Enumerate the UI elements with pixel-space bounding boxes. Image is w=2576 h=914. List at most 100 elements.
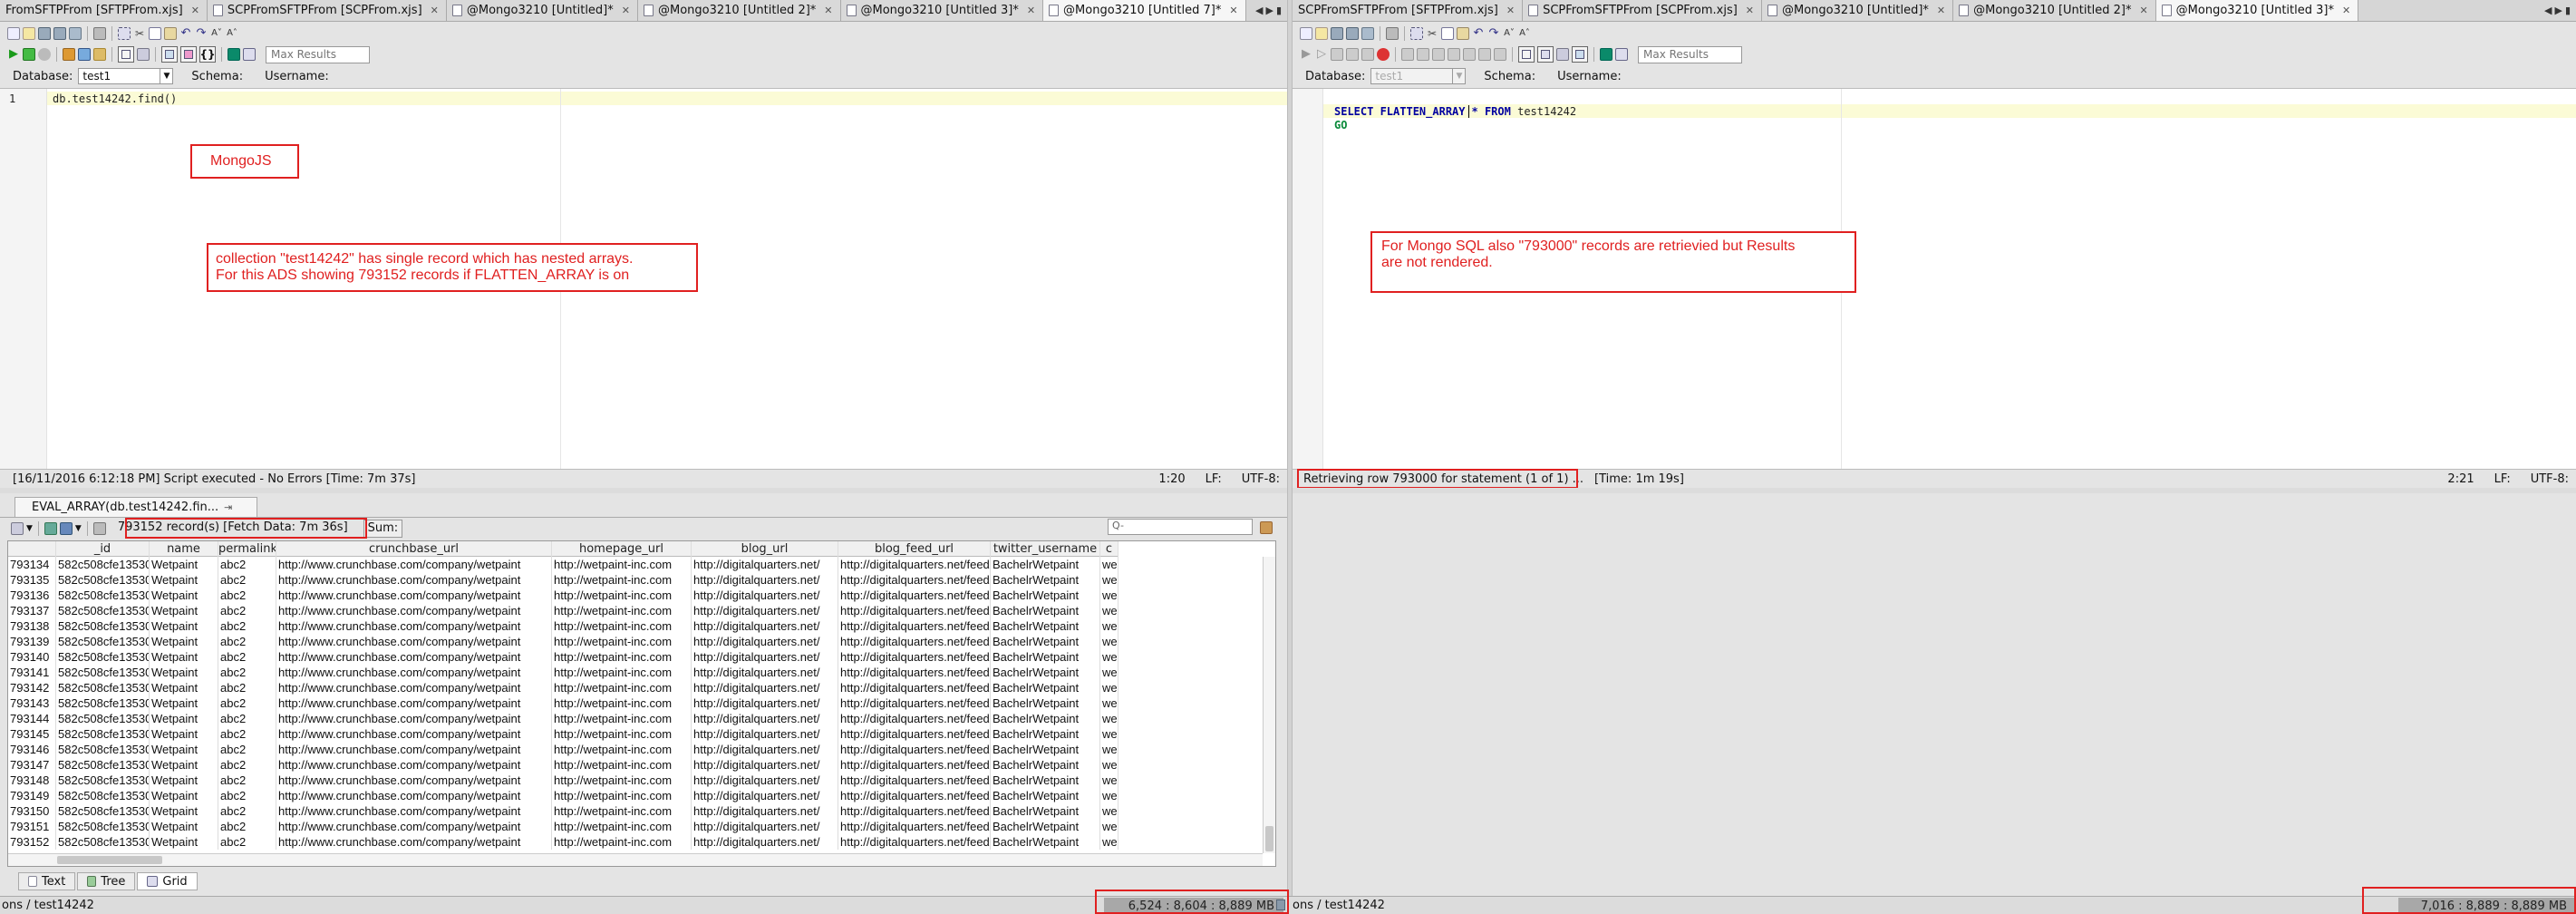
tab-list-icon[interactable]: ▮: [2565, 5, 2571, 16]
table-cell[interactable]: BachelrWetpaint: [991, 649, 1100, 665]
table-cell[interactable]: 793150: [8, 803, 56, 819]
right-script-editor[interactable]: SELECT FLATTEN_ARRAY * FROM test14242 GO …: [1293, 88, 2576, 470]
table-cell[interactable]: http://wetpaint-inc.com: [552, 803, 692, 819]
table-cell[interactable]: we: [1100, 557, 1119, 572]
table-cell[interactable]: http://digitalquarters.net/feed/: [838, 649, 991, 665]
tab-left-3[interactable]: @Mongo3210 [Untitled 2]* ✕: [637, 0, 841, 21]
table-cell[interactable]: http://www.crunchbase.com/company/wetpai…: [276, 618, 552, 634]
open-file-icon[interactable]: [23, 27, 35, 40]
table-cell[interactable]: 582c508cfe135301d8e94e5e: [56, 773, 150, 788]
table-cell[interactable]: abc2: [218, 773, 276, 788]
table-cell[interactable]: we: [1100, 788, 1119, 803]
table-cell[interactable]: BachelrWetpaint: [991, 742, 1100, 757]
table-cell[interactable]: BachelrWetpaint: [991, 819, 1100, 834]
close-tab-icon[interactable]: ✕: [431, 5, 439, 16]
toggle-history-button[interactable]: [180, 46, 197, 63]
table-cell[interactable]: 793151: [8, 819, 56, 834]
close-tab-icon[interactable]: ✕: [1027, 5, 1035, 16]
table-cell[interactable]: http://digitalquarters.net/feed/: [838, 665, 991, 680]
table-cell[interactable]: http://digitalquarters.net/feed/: [838, 695, 991, 711]
table-cell[interactable]: 582c508cfe135301d8e94e5e: [56, 788, 150, 803]
table-cell[interactable]: 793142: [8, 680, 56, 695]
table-cell[interactable]: BachelrWetpaint: [991, 572, 1100, 588]
close-tab-icon[interactable]: ✕: [622, 5, 630, 16]
lock-icon[interactable]: [92, 521, 106, 535]
table-cell[interactable]: Wetpaint: [150, 680, 218, 695]
table-cell[interactable]: 582c508cfe135301d8e94e5e: [56, 695, 150, 711]
table-cell[interactable]: Wetpaint: [150, 726, 218, 742]
toggle-results-button[interactable]: [118, 46, 134, 63]
table-cell[interactable]: 793141: [8, 665, 56, 680]
table-row[interactable]: 793143582c508cfe135301d8e94e5eWetpaintab…: [8, 695, 1119, 711]
table-cell[interactable]: abc2: [218, 834, 276, 850]
grid-column-header[interactable]: [8, 541, 56, 557]
table-cell[interactable]: http://digitalquarters.net/: [692, 757, 838, 773]
table-row[interactable]: 793146582c508cfe135301d8e94e5eWetpaintab…: [8, 742, 1119, 757]
print-icon[interactable]: [93, 27, 106, 40]
table-cell[interactable]: we: [1100, 757, 1119, 773]
sql-code-line-1[interactable]: SELECT FLATTEN_ARRAY * FROM test14242: [1334, 105, 1576, 118]
table-cell[interactable]: 793144: [8, 711, 56, 726]
table-cell[interactable]: we: [1100, 773, 1119, 788]
table-cell[interactable]: http://wetpaint-inc.com: [552, 695, 692, 711]
table-cell[interactable]: http://digitalquarters.net/: [692, 742, 838, 757]
table-cell[interactable]: Wetpaint: [150, 773, 218, 788]
table-cell[interactable]: http://digitalquarters.net/: [692, 588, 838, 603]
execute-pause-icon[interactable]: [38, 48, 51, 61]
table-cell[interactable]: 582c508cfe135301d8e94e5e: [56, 680, 150, 695]
table-cell[interactable]: we: [1100, 711, 1119, 726]
table-cell[interactable]: http://digitalquarters.net/feed/: [838, 557, 991, 572]
table-cell[interactable]: we: [1100, 819, 1119, 834]
table-row[interactable]: 793150582c508cfe135301d8e94e5eWetpaintab…: [8, 803, 1119, 819]
tab-left-4[interactable]: @Mongo3210 [Untitled 3]* ✕: [840, 0, 1044, 21]
table-cell[interactable]: http://digitalquarters.net/: [692, 634, 838, 649]
table-cell[interactable]: we: [1100, 618, 1119, 634]
table-cell[interactable]: http://www.crunchbase.com/company/wetpai…: [276, 588, 552, 603]
tab-right-3[interactable]: @Mongo3210 [Untitled 2]* ✕: [1953, 0, 2156, 21]
table-cell[interactable]: http://digitalquarters.net/: [692, 680, 838, 695]
table-cell[interactable]: http://digitalquarters.net/: [692, 572, 838, 588]
table-cell[interactable]: 582c508cfe135301d8e94e5e: [56, 665, 150, 680]
lowercase-icon[interactable]: [1494, 48, 1506, 61]
table-cell[interactable]: http://wetpaint-inc.com: [552, 557, 692, 572]
table-row[interactable]: 793134582c508cfe135301d8e94e5eWetpaintab…: [8, 557, 1119, 572]
table-cell[interactable]: http://digitalquarters.net/feed/: [838, 711, 991, 726]
table-cell[interactable]: http://digitalquarters.net/feed/: [838, 742, 991, 757]
table-cell[interactable]: 582c508cfe135301d8e94e5e: [56, 711, 150, 726]
table-cell[interactable]: Wetpaint: [150, 757, 218, 773]
table-cell[interactable]: http://wetpaint-inc.com: [552, 711, 692, 726]
table-cell[interactable]: we: [1100, 834, 1119, 850]
settings-icon[interactable]: [1615, 48, 1628, 61]
grid-column-header[interactable]: blog_feed_url: [838, 541, 991, 557]
table-cell[interactable]: we: [1100, 665, 1119, 680]
grid-column-header[interactable]: _id: [56, 541, 150, 557]
table-cell[interactable]: BachelrWetpaint: [991, 618, 1100, 634]
table-cell[interactable]: http://www.crunchbase.com/company/wetpai…: [276, 819, 552, 834]
comment-icon[interactable]: [1417, 48, 1429, 61]
settings-icon[interactable]: [243, 48, 256, 61]
redo-icon[interactable]: ↷: [1487, 27, 1500, 40]
table-cell[interactable]: http://digitalquarters.net/feed/: [838, 803, 991, 819]
table-cell[interactable]: http://digitalquarters.net/feed/: [838, 757, 991, 773]
table-cell[interactable]: 793140: [8, 649, 56, 665]
table-cell[interactable]: Wetpaint: [150, 665, 218, 680]
table-cell[interactable]: Wetpaint: [150, 634, 218, 649]
open-file-icon[interactable]: [1315, 27, 1328, 40]
grid-column-header[interactable]: blog_url: [692, 541, 838, 557]
table-cell[interactable]: BachelrWetpaint: [991, 634, 1100, 649]
font-decrease-icon[interactable]: A˅: [210, 27, 223, 40]
table-cell[interactable]: we: [1100, 649, 1119, 665]
export-icon[interactable]: [93, 48, 106, 61]
table-cell[interactable]: http://digitalquarters.net/feed/: [838, 834, 991, 850]
table-cell[interactable]: abc2: [218, 803, 276, 819]
sql-code-go[interactable]: GO: [1334, 119, 1347, 131]
table-cell[interactable]: 582c508cfe135301d8e94e5e: [56, 742, 150, 757]
table-cell[interactable]: 582c508cfe135301d8e94e5e: [56, 572, 150, 588]
table-cell[interactable]: http://digitalquarters.net/: [692, 603, 838, 618]
grid-column-header[interactable]: crunchbase_url: [276, 541, 552, 557]
table-cell[interactable]: 582c508cfe135301d8e94e5e: [56, 557, 150, 572]
table-row[interactable]: 793139582c508cfe135301d8e94e5eWetpaintab…: [8, 634, 1119, 649]
tab-scroll-controls[interactable]: ◀ ▶ ▮: [1250, 0, 1287, 21]
table-cell[interactable]: http://www.crunchbase.com/company/wetpai…: [276, 788, 552, 803]
close-file-icon[interactable]: [69, 27, 82, 40]
